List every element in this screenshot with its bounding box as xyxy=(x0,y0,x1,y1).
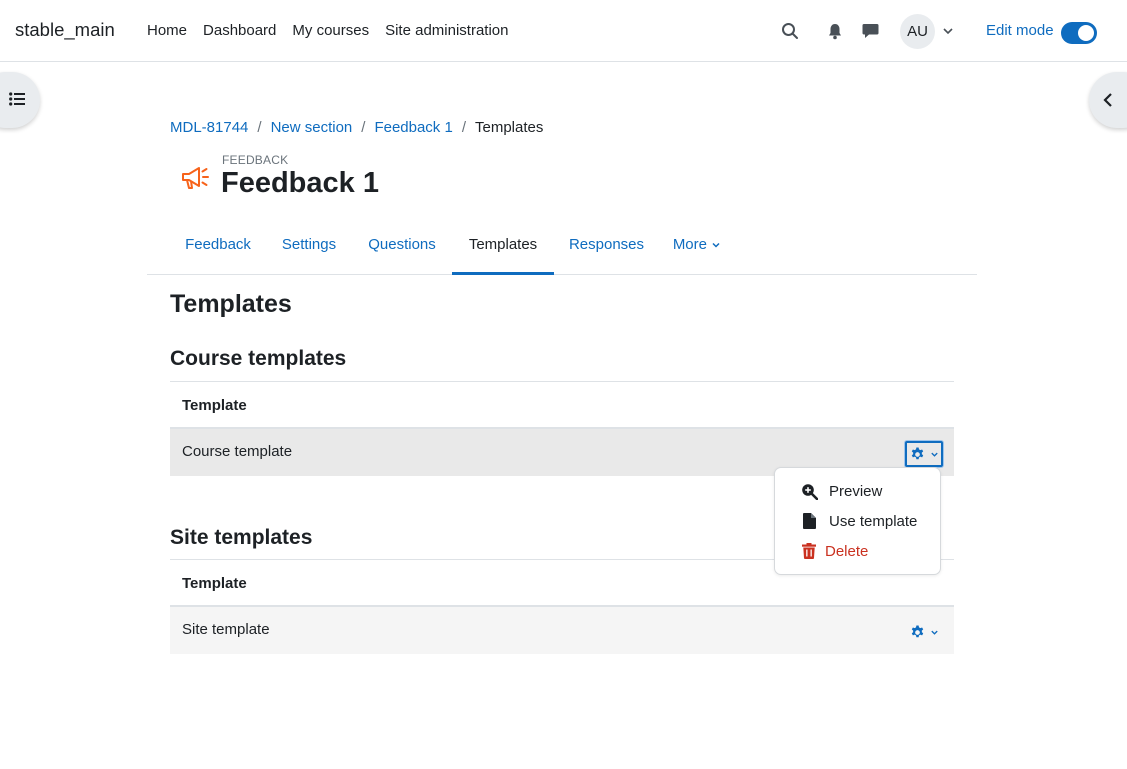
activity-type-label: FEEDBACK xyxy=(222,153,289,167)
menu-item-label: Use template xyxy=(829,512,918,530)
block-drawer-toggle[interactable] xyxy=(1089,72,1127,128)
breadcrumb: MDL-81744 / New section / Feedback 1 / T… xyxy=(170,119,543,136)
tab-more[interactable]: More xyxy=(662,226,732,274)
tab-label: Templates xyxy=(468,236,538,253)
list-icon xyxy=(9,92,25,110)
tab-label: Feedback xyxy=(185,236,251,253)
menu-item-label: Delete xyxy=(825,542,869,560)
zoom-in-icon xyxy=(800,482,818,500)
chevron-down-icon xyxy=(930,452,938,457)
tab-templates[interactable]: Templates xyxy=(452,226,554,275)
tab-label: More xyxy=(672,236,707,253)
edit-mode-toggle[interactable] xyxy=(1061,22,1097,44)
trash-icon xyxy=(800,542,818,560)
templates-heading: Templates xyxy=(170,290,292,318)
tab-questions[interactable]: Questions xyxy=(352,226,452,274)
breadcrumb-activity[interactable]: Feedback 1 xyxy=(374,119,452,136)
user-avatar[interactable]: AU xyxy=(900,14,935,49)
menu-item-label: Preview xyxy=(829,482,883,500)
tab-responses[interactable]: Responses xyxy=(554,226,659,274)
tab-feedback[interactable]: Feedback xyxy=(170,226,266,274)
top-navbar: stable_main Home Dashboard My courses Si… xyxy=(0,0,1127,62)
breadcrumb-separator: / xyxy=(461,119,466,136)
menu-item-preview[interactable]: Preview xyxy=(775,476,940,506)
megaphone-icon xyxy=(179,162,211,194)
table-row: Site template xyxy=(170,607,954,654)
primary-navigation: Home Dashboard My courses Site administr… xyxy=(147,22,525,39)
chevron-left-icon xyxy=(1101,91,1115,113)
tab-label: Questions xyxy=(368,236,436,253)
breadcrumb-current: Templates xyxy=(475,119,544,136)
tab-label: Responses xyxy=(568,236,645,253)
messages-chat-icon[interactable] xyxy=(859,20,881,42)
breadcrumb-section[interactable]: New section xyxy=(271,119,353,136)
template-actions-dropdown: Preview Use template Delete xyxy=(774,467,941,575)
site-templates-heading: Site templates xyxy=(170,526,313,549)
secondary-navigation: Feedback Settings Questions Templates Re… xyxy=(147,226,977,275)
notifications-bell-icon[interactable] xyxy=(824,20,846,42)
search-icon[interactable] xyxy=(779,20,801,42)
chevron-down-icon xyxy=(712,243,720,248)
nav-my-courses[interactable]: My courses xyxy=(292,22,369,39)
course-templates-heading: Course templates xyxy=(170,347,347,370)
menu-item-use-template[interactable]: Use template xyxy=(775,506,940,536)
course-index-drawer-toggle[interactable] xyxy=(0,72,40,128)
breadcrumb-course[interactable]: MDL-81744 xyxy=(170,119,248,136)
breadcrumb-separator: / xyxy=(361,119,366,136)
template-actions-menu-button[interactable] xyxy=(905,441,943,467)
site-brand[interactable]: stable_main xyxy=(15,19,115,41)
tab-settings[interactable]: Settings xyxy=(268,226,350,274)
template-name: Site template xyxy=(182,621,270,638)
course-templates-table: Template Course template xyxy=(170,381,954,476)
chevron-down-icon[interactable] xyxy=(941,24,955,38)
template-name: Course template xyxy=(182,443,293,460)
template-actions-menu-button[interactable] xyxy=(905,619,943,645)
gear-icon xyxy=(911,446,923,459)
page-title: Feedback 1 xyxy=(221,167,379,199)
gear-icon xyxy=(911,624,923,637)
menu-item-delete[interactable]: Delete xyxy=(775,536,940,566)
file-icon xyxy=(800,512,818,530)
column-header-template: Template xyxy=(170,381,954,429)
nav-home[interactable]: Home xyxy=(147,22,187,39)
edit-mode-label: Edit mode xyxy=(986,22,1054,39)
tab-label: Settings xyxy=(281,236,337,253)
nav-site-administration[interactable]: Site administration xyxy=(385,22,508,39)
breadcrumb-separator: / xyxy=(257,119,262,136)
nav-dashboard[interactable]: Dashboard xyxy=(203,22,276,39)
chevron-down-icon xyxy=(930,630,938,635)
